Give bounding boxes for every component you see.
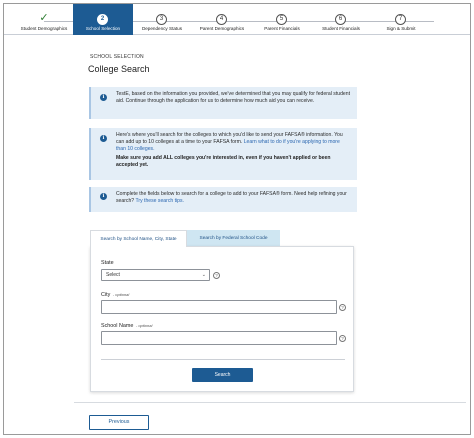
state-label: State (101, 260, 114, 266)
step-parent-financials[interactable]: 5 Parent Financials (252, 4, 312, 35)
step-parent-demographics[interactable]: 4 Parent Demographics (192, 4, 252, 35)
city-label: City - optional (101, 292, 129, 298)
previous-button[interactable]: Previous (89, 415, 149, 430)
step-number: 2 (97, 14, 108, 25)
state-select[interactable]: Select ⌄ (101, 269, 210, 281)
info-icon: i (100, 135, 107, 142)
step-dependency-status[interactable]: 3 Dependency Status (132, 4, 192, 35)
optional-note: - optional (112, 292, 130, 297)
info-box-colleges: i Here's where you'll search for the col… (89, 128, 357, 180)
chevron-down-icon: ⌄ (201, 272, 206, 278)
step-student-financials[interactable]: 6 Student Financials (311, 4, 371, 35)
step-number: 3 (156, 14, 167, 25)
step-number: 6 (335, 14, 346, 25)
app-frame: ✓ Student Demographics 2 School Selectio… (3, 3, 471, 435)
step-sign-submit[interactable]: 7 Sign & Submit (371, 4, 431, 35)
state-select-value: Select (106, 272, 120, 278)
step-student-demographics[interactable]: ✓ Student Demographics (14, 4, 74, 35)
step-school-selection[interactable]: 2 School Selection (73, 4, 133, 35)
help-icon[interactable]: ? (339, 304, 346, 311)
check-icon: ✓ (39, 12, 49, 24)
step-number: 4 (216, 14, 227, 25)
school-name-label-text: School Name (101, 323, 134, 329)
search-tips-link[interactable]: Try these search tips. (135, 198, 184, 204)
page-title: College Search (88, 64, 150, 74)
help-icon[interactable]: ? (339, 335, 346, 342)
info-icon: i (100, 193, 107, 200)
form-divider (101, 359, 345, 360)
city-input[interactable] (101, 300, 337, 314)
page-divider (74, 402, 466, 403)
optional-note: - optional (135, 323, 153, 328)
info-box-eligibility: i TestE, based on the information you pr… (89, 87, 357, 119)
section-label: SCHOOL SELECTION (90, 54, 144, 60)
tab-federal-school-code[interactable]: Search by Federal School Code (187, 230, 280, 247)
search-button[interactable]: Search (192, 368, 253, 382)
info-text: TestE, based on the information you prov… (116, 91, 351, 105)
school-name-input[interactable] (101, 331, 337, 345)
step-number: 5 (276, 14, 287, 25)
help-icon[interactable]: ? (213, 272, 220, 279)
search-form: State Select ⌄ ? City - optional ? Schoo… (90, 246, 354, 392)
info-bold-text: Make sure you add ALL colleges you're in… (116, 155, 331, 169)
progress-stepper: ✓ Student Demographics 2 School Selectio… (4, 4, 470, 35)
tab-name-city-state[interactable]: Search by School Name, City, State (90, 230, 187, 247)
city-label-text: City (101, 292, 111, 298)
school-name-label: School Name - optional (101, 323, 152, 329)
step-number: 7 (395, 14, 406, 25)
info-icon: i (100, 94, 107, 101)
info-box-search-help: i Complete the fields below to search fo… (89, 187, 357, 212)
step-label: Sign & Submit (386, 26, 416, 31)
